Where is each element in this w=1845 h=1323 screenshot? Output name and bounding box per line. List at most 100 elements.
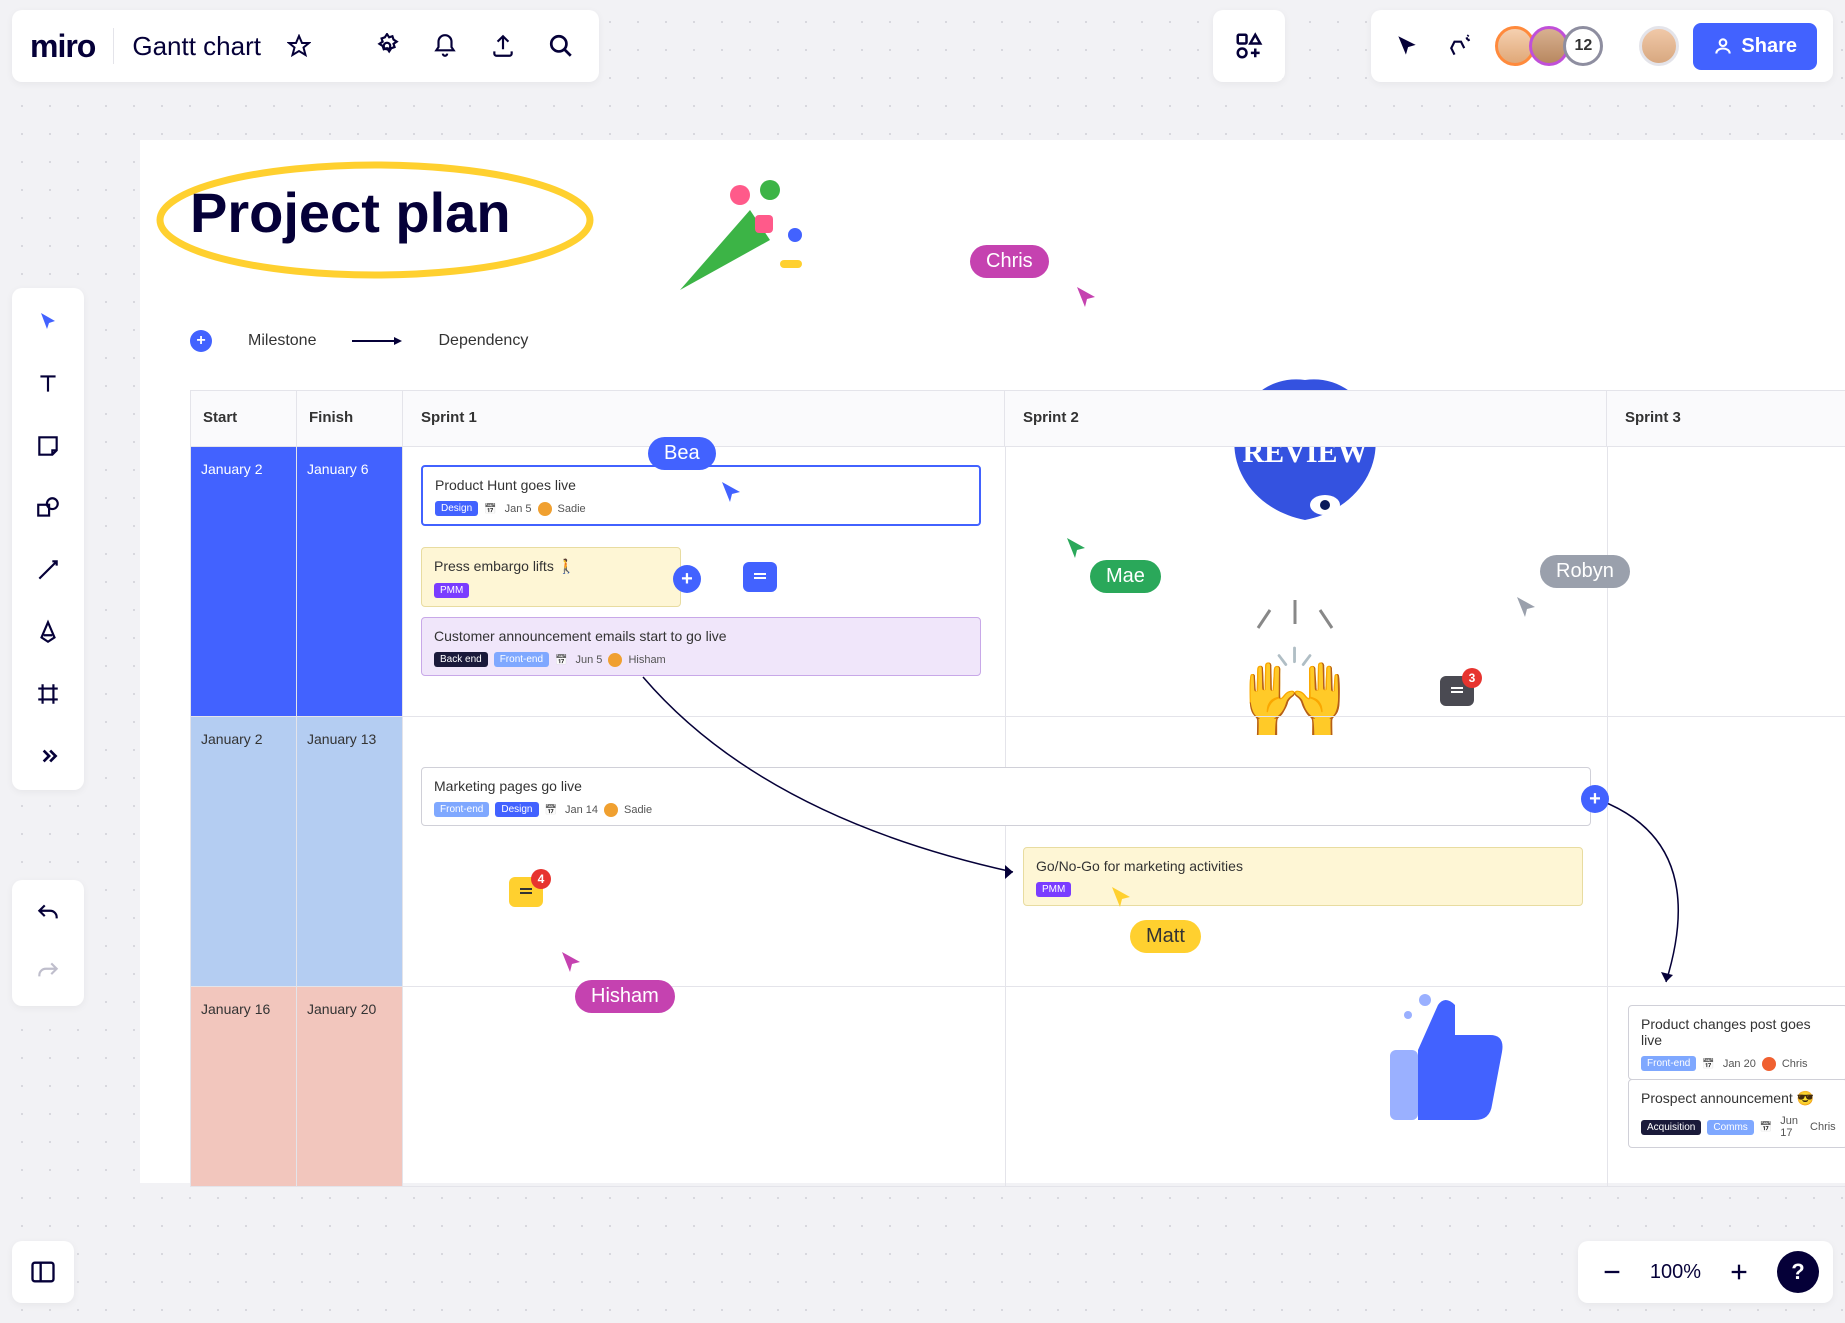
- canvas[interactable]: Project plan + Milestone Dependency Chri…: [140, 140, 1845, 1183]
- col-start: Start: [191, 391, 297, 446]
- owner-avatar: [608, 653, 622, 667]
- card-product-changes[interactable]: Product changes post goes live Front-end…: [1628, 1005, 1845, 1080]
- tag-frontend: Front-end: [434, 802, 489, 817]
- pen-tool[interactable]: [28, 612, 68, 652]
- cursor-robyn: Robyn: [1540, 555, 1630, 588]
- calendar-icon: [1702, 1058, 1716, 1070]
- avatar-self[interactable]: [1639, 26, 1679, 66]
- share-label: Share: [1741, 35, 1797, 58]
- card-title: Product Hunt goes live: [435, 477, 967, 493]
- tag-design: Design: [495, 802, 538, 817]
- logo[interactable]: miro: [30, 28, 95, 65]
- card-title: Customer announcement emails start to go…: [434, 628, 968, 644]
- line-tool[interactable]: [28, 550, 68, 590]
- comment-count: 4: [531, 869, 551, 889]
- redo-button[interactable]: [28, 952, 68, 992]
- legend-dependency: Dependency: [438, 332, 528, 350]
- calendar-icon: [555, 654, 569, 666]
- top-toolbar-right: 12 Share: [1371, 10, 1833, 82]
- col-sprint3: Sprint 3: [1607, 391, 1845, 446]
- row2-start: January 2: [191, 717, 297, 986]
- cursor-bea-pointer: [720, 480, 744, 504]
- apps-button[interactable]: [1213, 10, 1285, 82]
- cursor-matt: Matt: [1130, 920, 1201, 953]
- zoom-controls: 100% ?: [1578, 1241, 1833, 1303]
- gantt-header: Start Finish Sprint 1 Sprint 2 Sprint 3: [191, 391, 1845, 447]
- comment-bubble[interactable]: 4: [509, 877, 543, 907]
- select-tool[interactable]: [28, 302, 68, 342]
- card-prospect[interactable]: Prospect announcement 😎 Acquisition Comm…: [1628, 1079, 1845, 1148]
- dependency-arrow-icon: [352, 335, 402, 347]
- card-go-nogo[interactable]: Go/No-Go for marketing activities PMM: [1023, 847, 1583, 906]
- card-title: Prospect announcement 😎: [1641, 1090, 1835, 1107]
- card-press-embargo[interactable]: Press embargo lifts 🚶 PMM: [421, 547, 681, 607]
- zoom-level[interactable]: 100%: [1650, 1261, 1701, 1284]
- help-button[interactable]: ?: [1777, 1251, 1819, 1293]
- calendar-icon: [484, 503, 498, 515]
- legend-milestone: Milestone: [248, 332, 316, 350]
- cursor-chris: Chris: [970, 245, 1049, 278]
- comment-bubble[interactable]: [743, 562, 777, 592]
- more-tools[interactable]: [28, 736, 68, 776]
- card-title: Go/No-Go for marketing activities: [1036, 858, 1570, 874]
- milestone-add-icon[interactable]: +: [1581, 785, 1609, 813]
- row2-finish: January 13: [297, 717, 403, 986]
- card-title: Product changes post goes live: [1641, 1016, 1835, 1048]
- minimap-button[interactable]: [12, 1241, 74, 1303]
- owner-avatar: [1762, 1057, 1776, 1071]
- owner-avatar: [538, 502, 552, 516]
- undo-button[interactable]: [28, 894, 68, 934]
- comment-count: 3: [1462, 668, 1482, 688]
- text-tool[interactable]: [28, 364, 68, 404]
- tag-acquisition: Acquisition: [1641, 1120, 1701, 1135]
- cursor-robyn-pointer: [1515, 595, 1539, 619]
- avatar-overflow-count[interactable]: 12: [1563, 26, 1603, 66]
- page-title: Project plan: [190, 180, 511, 245]
- calendar-icon: [545, 804, 559, 816]
- dependency-arrow: [643, 677, 1043, 897]
- search-icon[interactable]: [541, 26, 581, 66]
- legend: + Milestone Dependency: [190, 330, 528, 352]
- tag-backend: Back end: [434, 652, 488, 667]
- calendar-icon: [1760, 1121, 1774, 1133]
- milestone-add-icon[interactable]: +: [673, 565, 701, 593]
- col-sprint2: Sprint 2: [1005, 391, 1607, 446]
- card-title: Press embargo lifts 🚶: [434, 558, 668, 575]
- left-toolbar-history: [12, 880, 84, 1006]
- cursor-hisham: Hisham: [575, 980, 675, 1013]
- milestone-dot-icon: +: [190, 330, 212, 352]
- row3-finish: January 20: [297, 987, 403, 1186]
- tag-frontend: Front-end: [494, 652, 549, 667]
- col-finish: Finish: [297, 391, 403, 446]
- zoom-out-button[interactable]: [1592, 1252, 1632, 1292]
- row1-finish: January 6: [297, 447, 403, 716]
- share-button[interactable]: Share: [1693, 23, 1817, 70]
- row3-start: January 16: [191, 987, 297, 1186]
- dependency-arrow: [1591, 797, 1791, 997]
- card-product-hunt[interactable]: Product Hunt goes live Design Jan 5 Sadi…: [421, 465, 981, 526]
- owner-avatar: [604, 803, 618, 817]
- tag-pmm: PMM: [434, 583, 469, 598]
- sticky-note-tool[interactable]: [28, 426, 68, 466]
- card-customer-emails[interactable]: Customer announcement emails start to go…: [421, 617, 981, 676]
- star-icon[interactable]: [279, 26, 319, 66]
- party-sticker[interactable]: [660, 160, 810, 310]
- left-toolbar: [12, 288, 84, 790]
- cursor-tool-icon[interactable]: [1387, 26, 1427, 66]
- shape-tool[interactable]: [28, 488, 68, 528]
- cursor-matt-pointer: [1110, 885, 1134, 909]
- cursor-chris-pointer: [1075, 285, 1099, 309]
- gantt-row-2: January 2 January 13 Marketing pages go …: [191, 717, 1845, 987]
- export-icon[interactable]: [483, 26, 523, 66]
- frame-tool[interactable]: [28, 674, 68, 714]
- board-title[interactable]: Gantt chart: [132, 31, 261, 62]
- tag-comms: Comms: [1707, 1120, 1753, 1135]
- zoom-in-button[interactable]: [1719, 1252, 1759, 1292]
- reactions-icon[interactable]: [1441, 26, 1481, 66]
- settings-icon[interactable]: [367, 26, 407, 66]
- tag-frontend: Front-end: [1641, 1056, 1696, 1071]
- bell-icon[interactable]: [425, 26, 465, 66]
- comment-bubble[interactable]: 3: [1440, 676, 1474, 706]
- tag-design: Design: [435, 501, 478, 516]
- gantt-chart: Start Finish Sprint 1 Sprint 2 Sprint 3 …: [190, 390, 1845, 1187]
